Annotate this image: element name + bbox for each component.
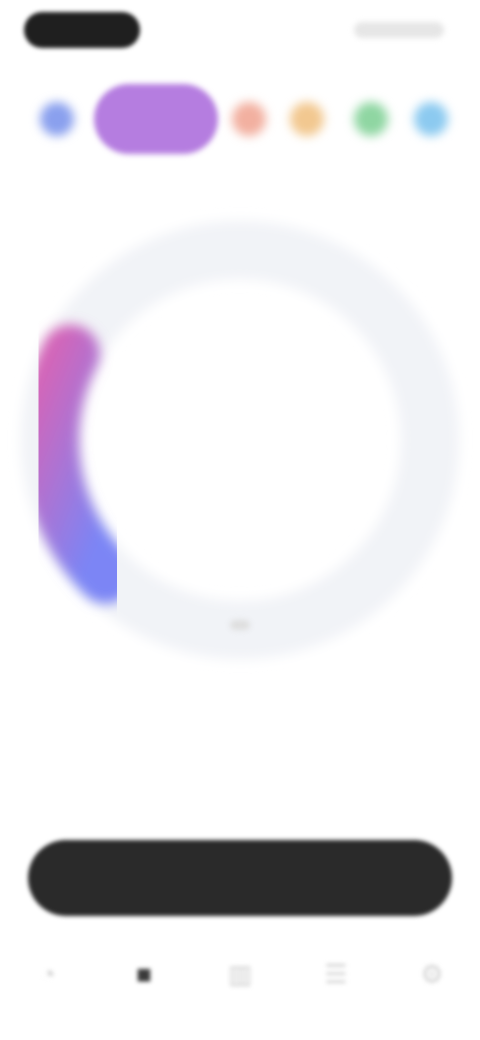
- timer-tab-row: [0, 84, 480, 154]
- stat-left: [40, 720, 190, 810]
- status-time-pill: [24, 12, 140, 48]
- timer-icon: ◔: [40, 958, 56, 989]
- bottom-nav: ◔ ■ ▥ ☰ ⚙: [0, 930, 480, 1020]
- dial-indicator-dot: [230, 620, 250, 630]
- timer-tab-2[interactable]: [94, 84, 218, 154]
- dial-graphic[interactable]: [0, 170, 480, 690]
- timer-tab-3[interactable]: [232, 102, 266, 136]
- nav-item-hourglass[interactable]: ■: [114, 944, 174, 1004]
- timer-tab-4[interactable]: [290, 102, 324, 136]
- timer-tab-1[interactable]: [40, 102, 74, 136]
- nav-item-timer[interactable]: ◔: [18, 944, 78, 1004]
- stat-right: [290, 720, 440, 810]
- status-bar: [0, 0, 480, 60]
- list-icon: ☰: [324, 958, 348, 989]
- gear-icon: ⚙: [420, 958, 444, 989]
- timer-tab-5[interactable]: [354, 102, 388, 136]
- dial-progress-arc[interactable]: [20, 324, 135, 604]
- nav-item-chart[interactable]: ▥: [210, 944, 270, 1004]
- chart-icon: ▥: [227, 958, 253, 989]
- timer-dial[interactable]: [0, 170, 480, 690]
- stats-row: [40, 720, 440, 810]
- status-indicators: [354, 22, 444, 38]
- hourglass-icon: ■: [136, 958, 152, 989]
- nav-item-gear[interactable]: ⚙: [402, 944, 462, 1004]
- timer-tab-6[interactable]: [414, 102, 448, 136]
- app-screen: ◔ ■ ▥ ☰ ⚙: [0, 0, 480, 1040]
- nav-item-list[interactable]: ☰: [306, 944, 366, 1004]
- start-button[interactable]: [28, 840, 452, 916]
